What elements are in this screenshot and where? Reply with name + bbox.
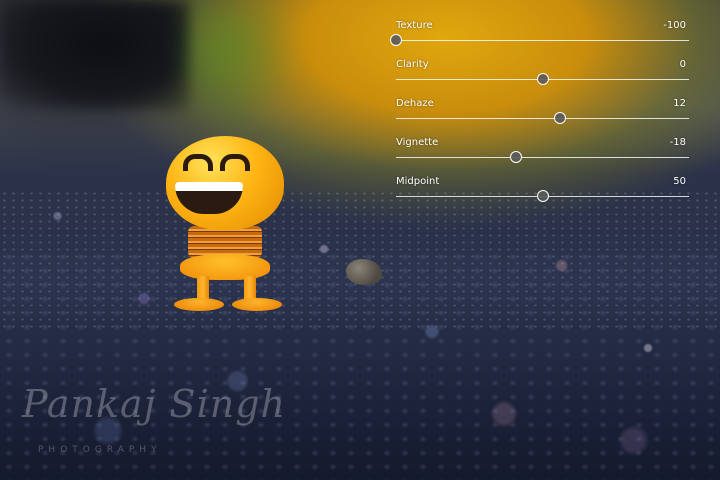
background-blur-object — [0, 0, 190, 110]
slider-label: Vignette — [396, 137, 439, 148]
slider-thumb[interactable] — [510, 151, 523, 163]
slider-value[interactable]: 0 — [680, 59, 686, 70]
toy-foot-right — [232, 298, 282, 311]
slider-label: Texture — [396, 20, 433, 31]
slider-value[interactable]: -18 — [670, 137, 686, 148]
slider-value[interactable]: 12 — [673, 98, 686, 109]
emoji-face — [166, 136, 284, 230]
slider-thumb[interactable] — [536, 190, 549, 202]
photo-canvas: Texture -100 Clarity 0 Dehaze 12 Vignett… — [0, 0, 720, 480]
emoji-eye-right — [220, 154, 250, 171]
midpoint-slider[interactable]: Midpoint 50 — [396, 170, 690, 209]
toy-base — [180, 254, 270, 280]
background-foliage — [180, 0, 300, 130]
slider-thumb[interactable] — [536, 73, 549, 85]
emoji-eye-left — [183, 154, 213, 171]
adjustment-panel: Texture -100 Clarity 0 Dehaze 12 Vignett… — [390, 14, 690, 209]
vignette-slider[interactable]: Vignette -18 — [396, 131, 690, 170]
watermark-subtitle: PHOTOGRAPHY — [38, 445, 162, 455]
slider-thumb[interactable] — [554, 112, 567, 124]
emoji-spring-toy — [160, 136, 290, 321]
slider-label: Clarity — [396, 59, 429, 70]
texture-slider[interactable]: Texture -100 — [390, 14, 690, 53]
slider-track[interactable] — [396, 157, 689, 158]
pebble — [346, 259, 382, 285]
slider-track[interactable] — [396, 118, 689, 119]
watermark-signature: Pankaj Singh — [22, 382, 286, 426]
dehaze-slider[interactable]: Dehaze 12 — [396, 92, 690, 131]
slider-track[interactable] — [396, 40, 689, 41]
slider-thumb[interactable] — [390, 34, 402, 46]
slider-label: Midpoint — [396, 176, 440, 187]
clarity-slider[interactable]: Clarity 0 — [396, 53, 690, 92]
emoji-mouth — [175, 182, 243, 214]
slider-label: Dehaze — [396, 98, 434, 109]
slider-value[interactable]: 50 — [673, 176, 686, 187]
toy-foot-left — [174, 298, 224, 311]
slider-value[interactable]: -100 — [663, 20, 686, 31]
